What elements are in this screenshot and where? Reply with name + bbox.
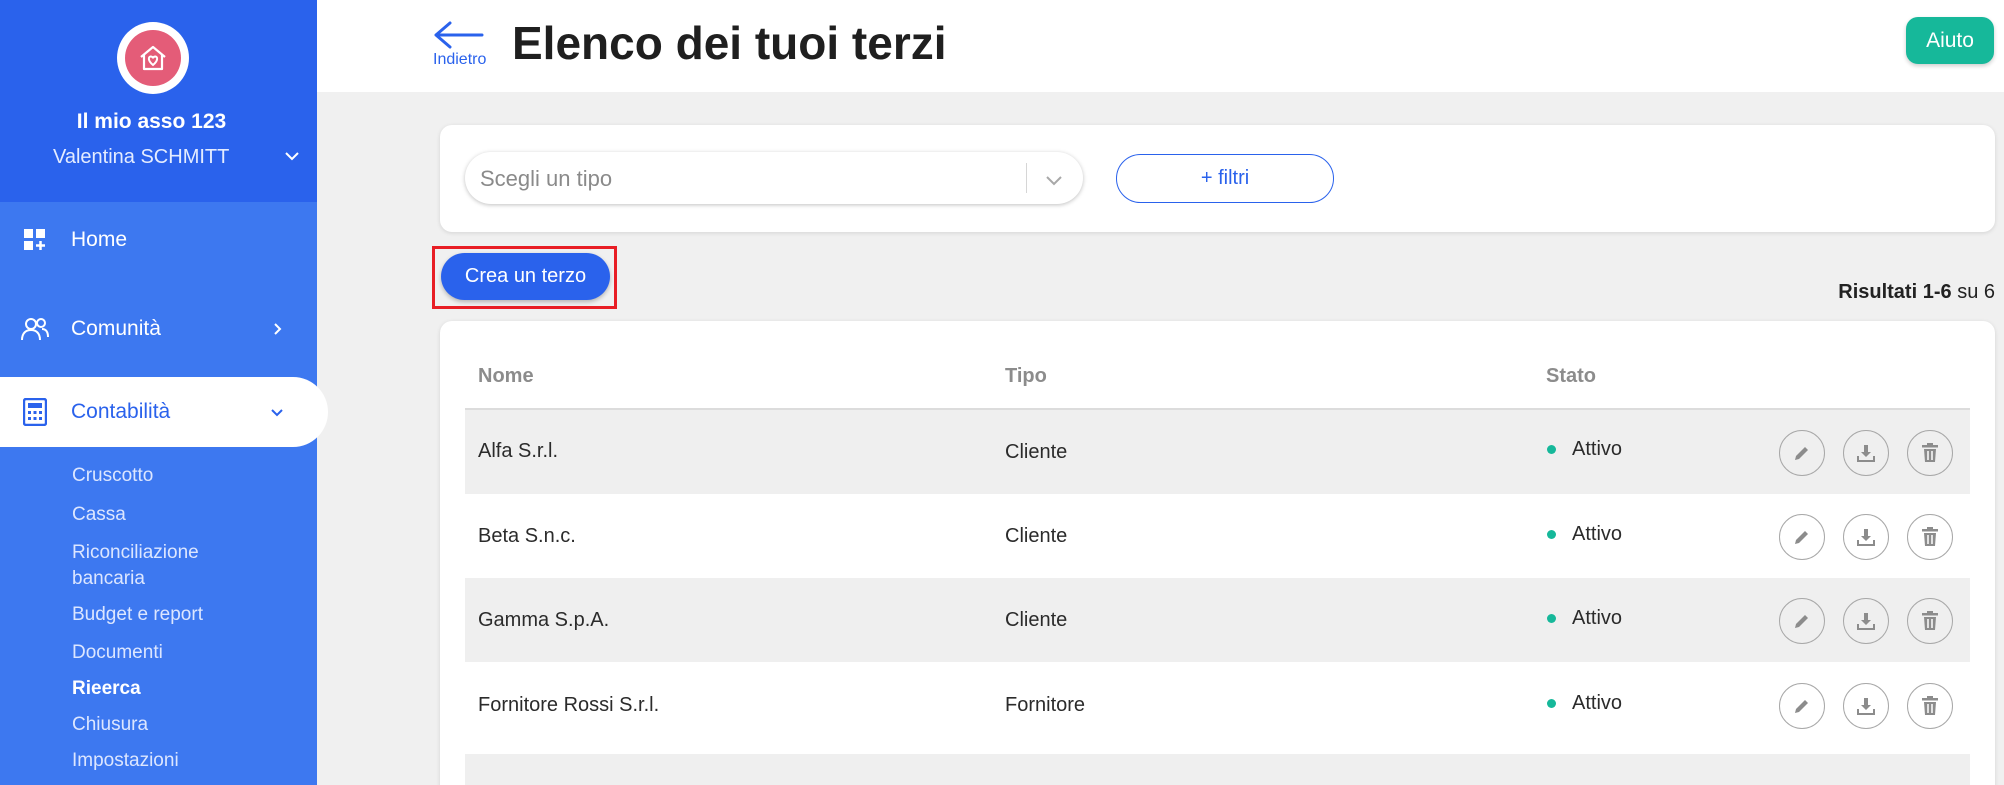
nav-item-home[interactable]: Home (0, 210, 317, 270)
row-name: Gamma S.p.A. (478, 609, 610, 631)
results-suffix: su 6 (1957, 281, 1995, 303)
user-name[interactable]: Valentina SCHMITT (53, 146, 229, 169)
row-name: Fornitore Rossi S.r.l. (478, 694, 660, 716)
download-button[interactable] (1843, 514, 1889, 560)
row-status: Attivo (1572, 607, 1623, 629)
download-icon (1857, 529, 1875, 546)
delete-button[interactable] (1907, 430, 1953, 476)
trash-icon (1922, 696, 1938, 715)
row-type: Fornitore (1005, 694, 1086, 716)
column-header-type[interactable]: Tipo (1005, 365, 1047, 388)
chevron-down-icon (271, 409, 283, 417)
subnav-item-documents[interactable]: Documenti (72, 640, 163, 666)
sidebar: Il mio asso 123 Valentina SCHMITT Home C… (0, 0, 328, 785)
subnav-item-search[interactable]: Rieerca (72, 676, 141, 702)
subnav-item-cash[interactable]: Cassa (72, 502, 126, 528)
download-button[interactable] (1843, 683, 1889, 729)
table-row[interactable] (465, 578, 1970, 662)
status-dot (1547, 530, 1556, 539)
association-logo[interactable] (117, 22, 189, 94)
delete-button[interactable] (1907, 598, 1953, 644)
table-row[interactable] (465, 494, 1970, 578)
edit-button[interactable] (1779, 683, 1825, 729)
row-name: Alfa S.r.l. (478, 440, 559, 462)
subnav-item-budget[interactable]: Budget e report (72, 602, 203, 628)
row-status: Attivo (1572, 523, 1623, 545)
select-divider (1026, 163, 1027, 193)
delete-button[interactable] (1907, 683, 1953, 729)
edit-button[interactable] (1779, 514, 1825, 560)
edit-button[interactable] (1779, 430, 1825, 476)
column-header-name[interactable]: Nome (478, 365, 534, 388)
nav-label-community: Comunità (71, 317, 161, 340)
more-filters-button[interactable]: + filtri (1116, 154, 1334, 203)
type-select-placeholder: Scegli un tipo (480, 166, 613, 191)
results-prefix: Risultati (1838, 281, 1918, 303)
row-name: Beta S.n.c. (478, 525, 576, 547)
nav-label-accounting: Contabilità (71, 400, 171, 423)
table-row[interactable] (465, 662, 1970, 746)
trash-icon (1922, 527, 1938, 546)
results-range: 1-6 (1922, 281, 1952, 303)
pencil-icon (1795, 447, 1808, 460)
download-button[interactable] (1843, 598, 1889, 644)
pencil-icon (1795, 700, 1808, 713)
status-dot (1547, 445, 1556, 454)
help-button[interactable]: Aiuto (1906, 17, 1994, 64)
row-type: Cliente (1005, 441, 1068, 463)
pencil-icon (1795, 615, 1808, 628)
nav-item-community[interactable]: Comunità (0, 299, 317, 359)
nav-item-accounting[interactable]: Contabilità (0, 377, 328, 447)
row-status: Attivo (1572, 692, 1623, 714)
subnav-item-dashboard[interactable]: Cruscotto (72, 463, 153, 489)
column-header-status[interactable]: Stato (1546, 365, 1596, 388)
status-dot (1547, 614, 1556, 623)
download-icon (1857, 613, 1875, 630)
row-status: Attivo (1572, 438, 1623, 460)
row-type: Cliente (1005, 609, 1068, 631)
download-icon (1857, 445, 1875, 462)
back-link[interactable]: Indietro (433, 51, 486, 69)
chevron-down-icon[interactable] (282, 146, 302, 166)
chevron-right-icon (274, 323, 282, 335)
results-count: Risultati 1-6 su 6 (1838, 281, 1995, 304)
dashboard-icon (20, 225, 50, 255)
sidebar-header: Il mio asso 123 Valentina SCHMITT (0, 0, 317, 202)
house-heart-icon (125, 30, 181, 86)
chevron-down-icon[interactable] (1043, 169, 1065, 191)
nav-label-home: Home (71, 228, 128, 251)
calculator-icon (20, 397, 50, 427)
page-title: Elenco dei tuoi terzi (512, 17, 947, 69)
table-row[interactable] (465, 754, 1970, 785)
edit-button[interactable] (1779, 598, 1825, 644)
trash-icon (1922, 611, 1938, 630)
download-icon (1857, 698, 1875, 715)
subnav-item-bank-reconciliation[interactable]: Riconciliazione bancaria (72, 540, 272, 592)
people-icon (20, 314, 50, 344)
pencil-icon (1795, 531, 1808, 544)
subnav-item-closing[interactable]: Chiusura (72, 712, 148, 738)
create-third-party-button[interactable]: Crea un terzo (441, 253, 610, 300)
row-type: Cliente (1005, 525, 1068, 547)
delete-button[interactable] (1907, 514, 1953, 560)
organization-name: Il mio asso 123 (76, 110, 227, 133)
table-row[interactable] (465, 410, 1970, 494)
subnav-item-settings[interactable]: Impostazioni (72, 748, 179, 774)
trash-icon (1922, 443, 1938, 462)
download-button[interactable] (1843, 430, 1889, 476)
status-dot (1547, 699, 1556, 708)
